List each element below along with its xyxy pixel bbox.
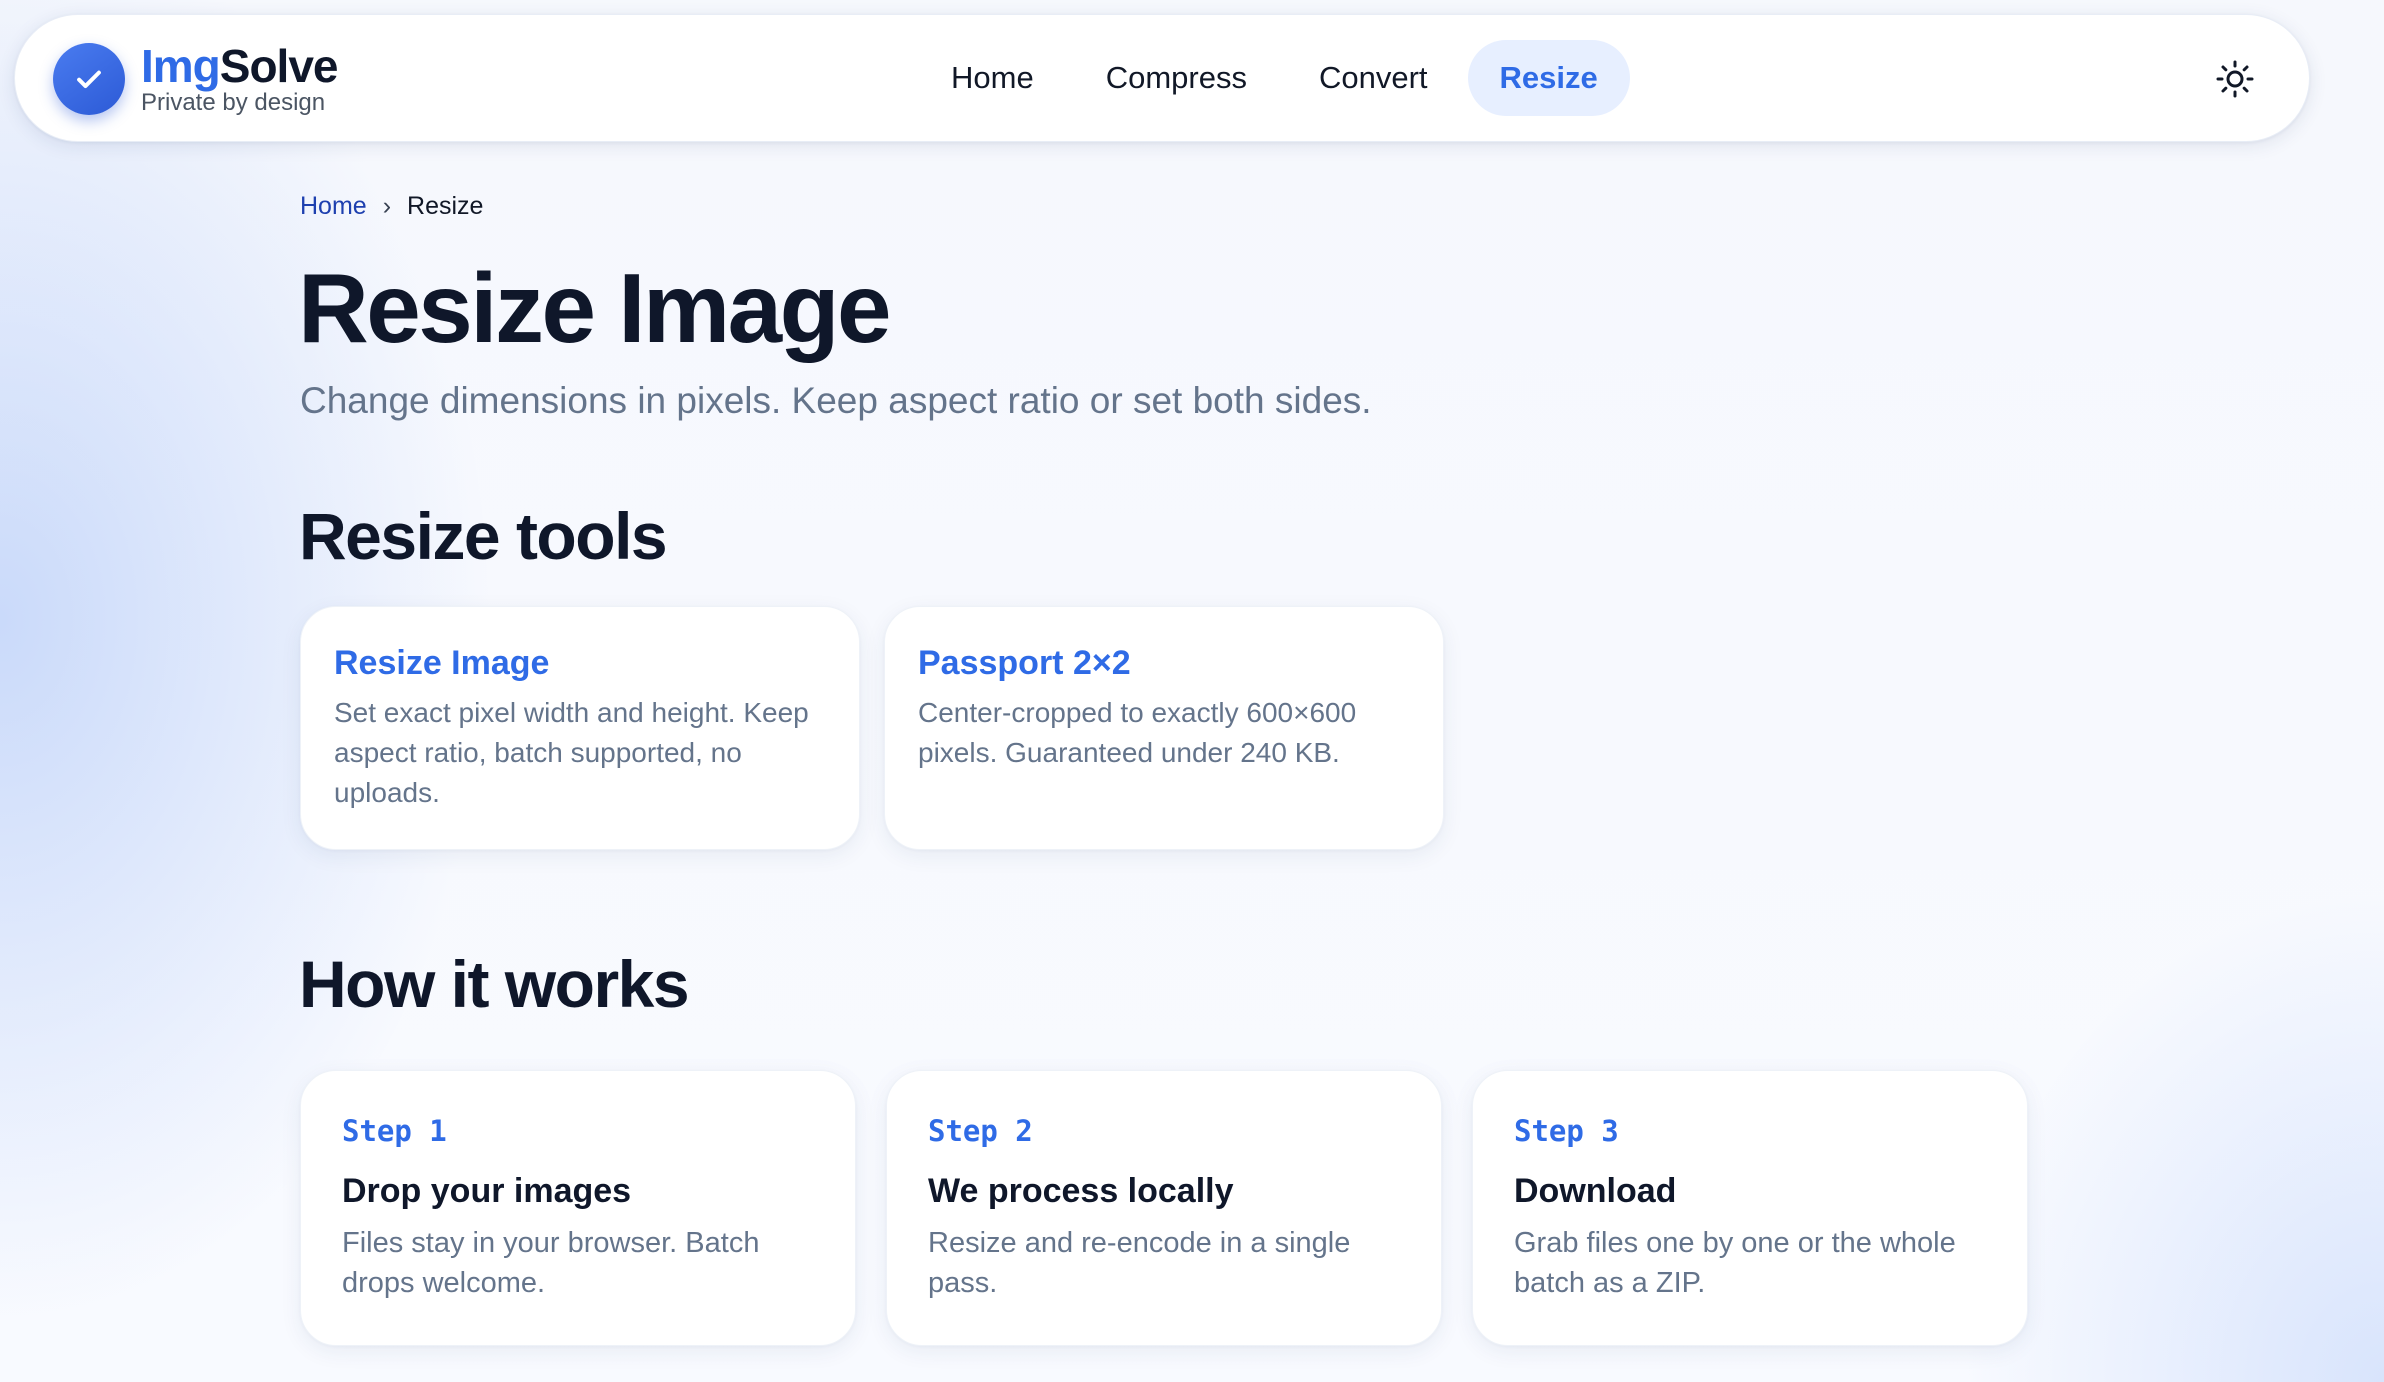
nav-link-resize[interactable]: Resize — [1467, 40, 1630, 116]
tools-heading: Resize tools — [299, 499, 668, 573]
breadcrumb-current: Resize — [407, 192, 484, 220]
step-card-2: Step 2 We process locally Resize and re-… — [886, 1070, 1442, 1346]
step-title: Download — [1514, 1172, 1677, 1210]
brand-name-accent: Img — [141, 40, 221, 92]
step-label: Step 2 — [928, 1114, 1033, 1148]
tool-card-description: Set exact pixel width and height. Keep a… — [334, 697, 809, 808]
step-card-1: Step 1 Drop your images Files stay in yo… — [300, 1070, 856, 1346]
step-title: Drop your images — [342, 1172, 632, 1210]
tool-card-resize-image[interactable]: Resize Image Set exact pixel width and h… — [300, 606, 860, 850]
brand-name-rest: Solve — [219, 40, 339, 92]
step-description: Files stay in your browser. Batch drops … — [342, 1227, 760, 1299]
step-description: Resize and re-encode in a single pass. — [928, 1227, 1351, 1299]
breadcrumb-home-link[interactable]: Home — [300, 192, 367, 221]
brand-text: ImgSolve Private by design — [141, 40, 339, 117]
step-card-3: Step 3 Download Grab files one by one or… — [1472, 1070, 2028, 1346]
breadcrumb-separator: › — [382, 192, 392, 220]
nav-link-convert[interactable]: Convert — [1283, 40, 1464, 116]
tool-card-passport[interactable]: Passport 2×2 Center-cropped to exactly 6… — [884, 606, 1444, 850]
page-title: Resize Image — [298, 253, 891, 363]
tool-card-title: Passport 2×2 — [918, 644, 1131, 682]
how-it-works-heading: How it works — [299, 947, 690, 1021]
theme-toggle-button[interactable] — [2211, 55, 2259, 103]
nav-link-home[interactable]: Home — [915, 40, 1070, 116]
step-label: Step 1 — [342, 1114, 447, 1148]
brand-logo-link[interactable]: ImgSolve Private by design — [53, 40, 339, 117]
main-nav: Home Compress Convert Resize — [915, 40, 1630, 116]
step-label: Step 3 — [1514, 1114, 1619, 1148]
nav-link-compress[interactable]: Compress — [1070, 40, 1283, 116]
breadcrumb: Home › Resize — [300, 192, 483, 221]
step-title: We process locally — [928, 1172, 1234, 1210]
brand-name: ImgSolve — [141, 40, 339, 92]
page-subtitle: Change dimensions in pixels. Keep aspect… — [300, 380, 1372, 421]
tool-card-title: Resize Image — [334, 644, 550, 682]
tool-card-description: Center-cropped to exactly 600×600 pixels… — [918, 697, 1357, 768]
sun-icon — [2216, 60, 2254, 98]
check-icon — [53, 43, 125, 115]
top-navbar: ImgSolve Private by design Home Compress… — [14, 14, 2310, 142]
step-description: Grab files one by one or the whole batch… — [1514, 1227, 1956, 1299]
brand-tagline: Private by design — [141, 89, 326, 116]
